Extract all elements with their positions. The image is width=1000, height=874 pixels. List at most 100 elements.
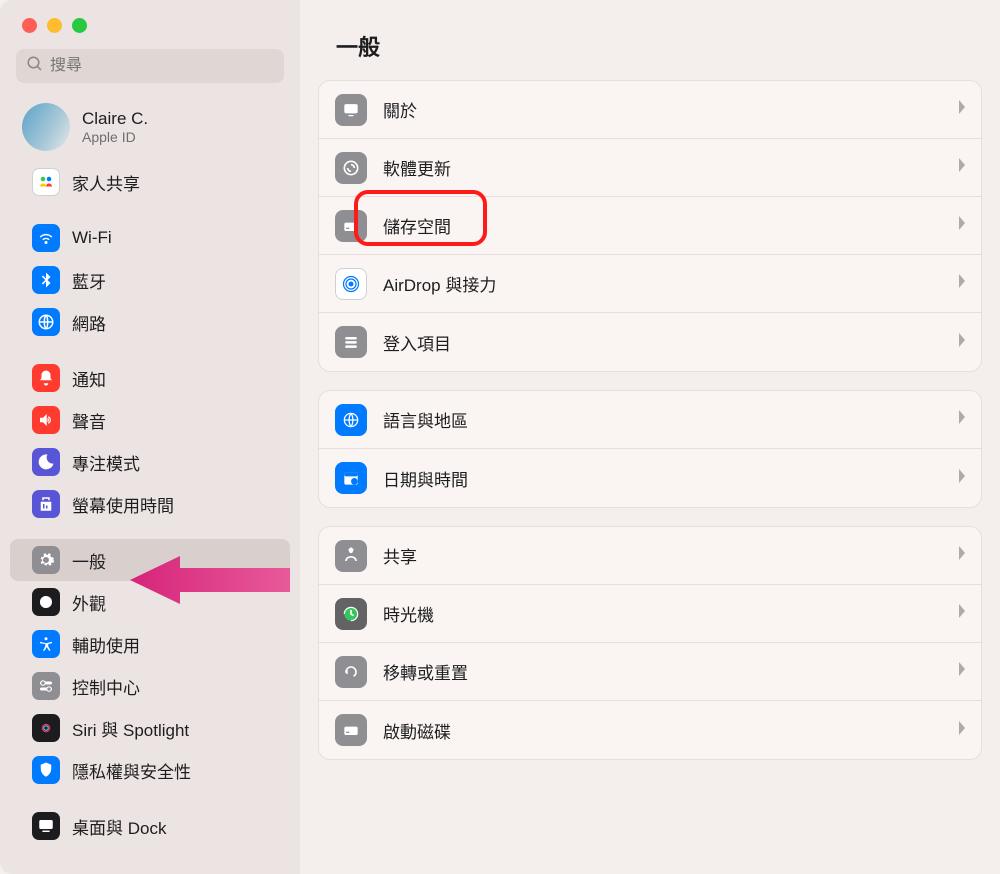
sharing-icon — [335, 540, 367, 572]
sidebar-item-label: 外觀 — [72, 590, 106, 615]
appearance-icon — [32, 588, 60, 616]
sidebar-item-siri[interactable]: Siri 與 Spotlight — [10, 707, 290, 749]
zoom-window-button[interactable] — [72, 18, 87, 33]
startup-icon — [335, 714, 367, 746]
sidebar-item-label: 輔助使用 — [72, 632, 140, 657]
chevron-right-icon — [957, 332, 967, 353]
siri-icon — [32, 714, 60, 742]
sidebar-item-label: Siri 與 Spotlight — [72, 716, 189, 741]
group-1: 關於 軟體更新 儲存空間 AirDrop 與接力 登入項目 — [318, 80, 982, 372]
privacy-icon — [32, 756, 60, 784]
row-label: 登入項目 — [383, 330, 941, 355]
row-label: 時光機 — [383, 601, 941, 626]
row-airdrop[interactable]: AirDrop 與接力 — [319, 255, 981, 313]
sidebar: Claire C. Apple ID 家人共享 Wi-Fi 藍牙 網路 — [0, 0, 300, 874]
login-icon — [335, 326, 367, 358]
sidebar-item-label: 一般 — [72, 548, 106, 573]
row-label: 關於 — [383, 97, 941, 122]
sidebar-item-general[interactable]: 一般 — [10, 539, 290, 581]
row-login[interactable]: 登入項目 — [319, 313, 981, 371]
row-update[interactable]: 軟體更新 — [319, 139, 981, 197]
row-label: 移轉或重置 — [383, 659, 941, 684]
timemachine-icon — [335, 598, 367, 630]
sidebar-item-label: 聲音 — [72, 408, 106, 433]
sidebar-item-label: 通知 — [72, 366, 106, 391]
row-label: 語言與地區 — [383, 407, 941, 432]
group-3: 共享 時光機 移轉或重置 啟動磁碟 — [318, 526, 982, 760]
row-transfer[interactable]: 移轉或重置 — [319, 643, 981, 701]
about-icon — [335, 94, 367, 126]
chevron-right-icon — [957, 545, 967, 566]
focus-icon — [32, 448, 60, 476]
chevron-right-icon — [957, 273, 967, 294]
row-datetime[interactable]: 日期與時間 — [319, 449, 981, 507]
sidebar-item-label: 桌面與 Dock — [72, 814, 166, 839]
sidebar-item-screentime[interactable]: 螢幕使用時間 — [10, 483, 290, 525]
chevron-right-icon — [957, 409, 967, 430]
sidebar-item-label: 控制中心 — [72, 674, 140, 699]
chevron-right-icon — [957, 603, 967, 624]
sidebar-item-sound[interactable]: 聲音 — [10, 399, 290, 441]
search-input[interactable] — [50, 57, 274, 75]
row-label: 日期與時間 — [383, 466, 941, 491]
storage-icon — [335, 210, 367, 242]
row-sharing[interactable]: 共享 — [319, 527, 981, 585]
main-panel: 一般 關於 軟體更新 儲存空間 AirDrop 與接力 — [300, 0, 1000, 874]
sidebar-item-label: 網路 — [72, 310, 106, 335]
transfer-icon — [335, 656, 367, 688]
avatar — [22, 103, 70, 151]
sidebar-item-label: 螢幕使用時間 — [72, 492, 174, 517]
search-field[interactable] — [16, 49, 284, 83]
account-row[interactable]: Claire C. Apple ID — [0, 97, 300, 161]
chevron-right-icon — [957, 468, 967, 489]
sidebar-item-focus[interactable]: 專注模式 — [10, 441, 290, 483]
row-language[interactable]: 語言與地區 — [319, 391, 981, 449]
controlcenter-icon — [32, 672, 60, 700]
desktop-icon — [32, 812, 60, 840]
sound-icon — [32, 406, 60, 434]
accessibility-icon — [32, 630, 60, 658]
close-window-button[interactable] — [22, 18, 37, 33]
sidebar-item-desktop[interactable]: 桌面與 Dock — [10, 805, 290, 847]
sidebar-item-network[interactable]: 網路 — [10, 301, 290, 343]
minimize-window-button[interactable] — [47, 18, 62, 33]
sidebar-item-label: 專注模式 — [72, 450, 140, 475]
screentime-icon — [32, 490, 60, 518]
sidebar-item-bluetooth[interactable]: 藍牙 — [10, 259, 290, 301]
language-icon — [335, 404, 367, 436]
sidebar-item-notifications[interactable]: 通知 — [10, 357, 290, 399]
row-label: 軟體更新 — [383, 155, 941, 180]
account-sub: Apple ID — [82, 129, 148, 145]
page-title: 一般 — [300, 0, 982, 80]
chevron-right-icon — [957, 215, 967, 236]
sidebar-item-family[interactable]: 家人共享 — [10, 161, 290, 203]
sidebar-item-label: 隱私權與安全性 — [72, 758, 191, 783]
airdrop-icon — [335, 268, 367, 300]
sidebar-item-appearance[interactable]: 外觀 — [10, 581, 290, 623]
sidebar-item-wifi[interactable]: Wi-Fi — [10, 217, 290, 259]
settings-window: Claire C. Apple ID 家人共享 Wi-Fi 藍牙 網路 — [0, 0, 1000, 874]
row-about[interactable]: 關於 — [319, 81, 981, 139]
bluetooth-icon — [32, 266, 60, 294]
network-icon — [32, 308, 60, 336]
sidebar-item-accessibility[interactable]: 輔助使用 — [10, 623, 290, 665]
wifi-icon — [32, 224, 60, 252]
chevron-right-icon — [957, 99, 967, 120]
sidebar-item-privacy[interactable]: 隱私權與安全性 — [10, 749, 290, 791]
row-storage[interactable]: 儲存空間 — [319, 197, 981, 255]
sidebar-item-label: 藍牙 — [72, 268, 106, 293]
family-icon — [32, 168, 60, 196]
row-timemachine[interactable]: 時光機 — [319, 585, 981, 643]
datetime-icon — [335, 462, 367, 494]
row-label: 儲存空間 — [383, 213, 941, 238]
row-label: 共享 — [383, 543, 941, 568]
update-icon — [335, 152, 367, 184]
notifications-icon — [32, 364, 60, 392]
gear-icon — [32, 546, 60, 574]
sidebar-item-label: 家人共享 — [72, 170, 140, 195]
search-icon — [26, 55, 50, 78]
group-2: 語言與地區 日期與時間 — [318, 390, 982, 508]
row-startup[interactable]: 啟動磁碟 — [319, 701, 981, 759]
account-name: Claire C. — [82, 109, 148, 129]
sidebar-item-controlcenter[interactable]: 控制中心 — [10, 665, 290, 707]
